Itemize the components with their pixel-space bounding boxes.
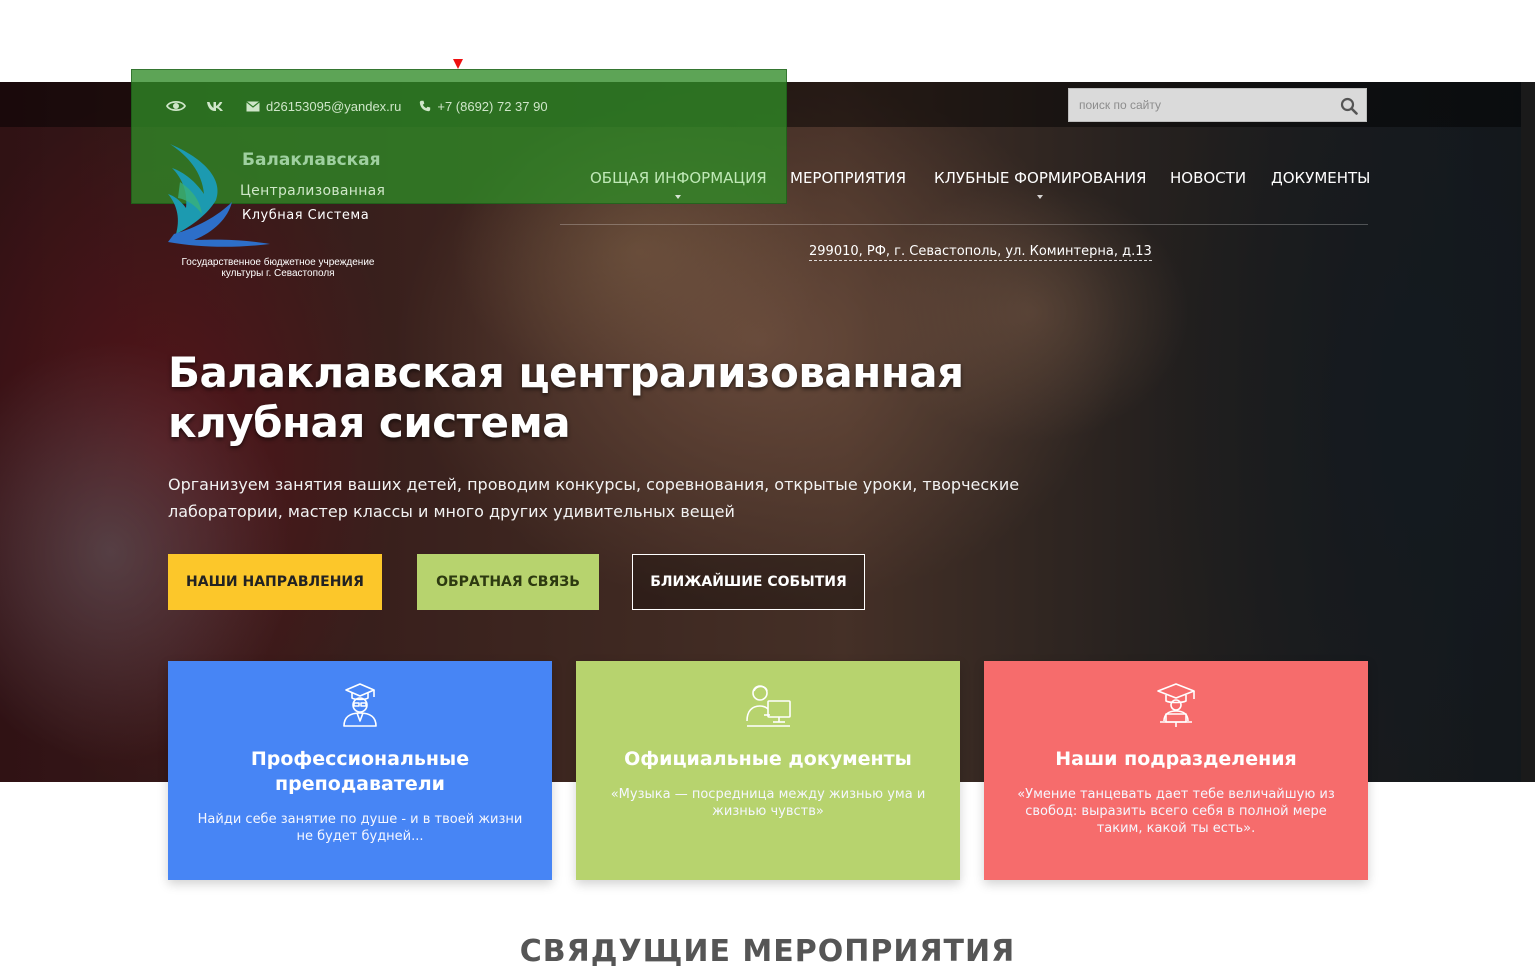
feature-card-teachers[interactable]: Профессиональные преподаватели Найди себ… — [168, 661, 552, 880]
nav-divider — [560, 224, 1368, 225]
nav-item-documents[interactable]: ДОКУМЕНТЫ — [1271, 169, 1370, 187]
main-nav: ОБЩАЯ ИНФОРМАЦИЯ МЕРОПРИЯТИЯ КЛУБНЫЕ ФОР… — [0, 169, 1535, 209]
card-title: Официальные документы — [624, 748, 912, 770]
hero-title-line-1: Балаклавская централизованная — [168, 348, 964, 397]
nav-item-events[interactable]: МЕРОПРИЯТИЯ — [790, 169, 906, 187]
nav-item-label: МЕРОПРИЯТИЯ — [790, 169, 907, 187]
email-link[interactable]: d26153095@yandex.ru — [266, 99, 401, 114]
hero-title-line-2: клубная система — [168, 398, 571, 447]
cursor-marker-icon — [453, 59, 463, 69]
logo-line-3: Клубная Система — [242, 208, 370, 223]
card-title: Профессиональные преподаватели — [250, 748, 470, 795]
phone-link[interactable]: +7 (8692) 72 37 90 — [437, 99, 547, 114]
logo-subtitle: Государственное бюджетное учреждение кул… — [181, 257, 375, 279]
search-input[interactable] — [1069, 89, 1329, 121]
card-text: «Музыка — посредница между жизнью ума и … — [610, 787, 926, 819]
our-directions-button[interactable]: НАШИ НАПРАВЛЕНИЯ — [168, 554, 382, 610]
nav-item-label: ОБЩАЯ ИНФОРМАЦИЯ — [590, 169, 767, 187]
mail-icon — [246, 100, 260, 112]
phone-icon — [419, 100, 431, 112]
search-icon[interactable] — [1338, 95, 1360, 117]
nav-item-label: ДОКУМЕНТЫ — [1271, 169, 1371, 187]
student-computer-icon — [746, 685, 791, 727]
nav-item-clubs[interactable]: КЛУБНЫЕ ФОРМИРОВАНИЯ — [934, 169, 1147, 199]
nav-item-label: НОВОСТИ — [1170, 169, 1247, 187]
feature-card-divisions[interactable]: Наши подразделения «Умение танцевать дае… — [984, 661, 1368, 880]
card-title: Наши подразделения — [1055, 748, 1297, 770]
card-text: «Умение танцевать дает тебе величайшую и… — [1017, 787, 1335, 836]
graduate-laptop-icon — [1157, 683, 1195, 727]
hero-description: Организуем занятия ваших детей, проводим… — [168, 475, 1020, 521]
site-search — [1068, 88, 1367, 122]
feature-card-documents[interactable]: Официальные документы «Музыка — посредни… — [576, 661, 960, 880]
logo-line-1: Балаклавская — [242, 150, 381, 170]
upcoming-events-button[interactable]: БЛИЖАЙШИЕ СОБЫТИЯ — [632, 554, 865, 610]
upcoming-events-heading: СВЯДУЩИЕ МЕРОПРИЯТИЯ — [519, 934, 1016, 969]
site-logo[interactable]: Балаклавская Централизованная Клубная Си… — [166, 142, 396, 287]
contact-topbar: d26153095@yandex.ru +7 (8692) 72 37 90 — [166, 95, 548, 117]
nav-item-news[interactable]: НОВОСТИ — [1170, 169, 1246, 187]
feedback-button[interactable]: ОБРАТНАЯ СВЯЗЬ — [417, 554, 599, 610]
address-link[interactable]: 299010, РФ, г. Севастополь, ул. Коминтер… — [809, 244, 1152, 261]
card-text: Найди себе занятие по душе - и в твоей ж… — [197, 812, 523, 844]
nav-item-general-info[interactable]: ОБЩАЯ ИНФОРМАЦИЯ — [590, 169, 767, 199]
eye-icon[interactable] — [166, 99, 186, 113]
chevron-down-icon — [675, 195, 682, 199]
hero-title: Балаклавская централизованная клубная си… — [168, 348, 1068, 448]
chevron-down-icon — [1037, 195, 1044, 199]
vk-icon[interactable] — [206, 100, 224, 112]
nav-item-label: КЛУБНЫЕ ФОРМИРОВАНИЯ — [934, 169, 1147, 187]
teacher-icon — [343, 683, 377, 727]
